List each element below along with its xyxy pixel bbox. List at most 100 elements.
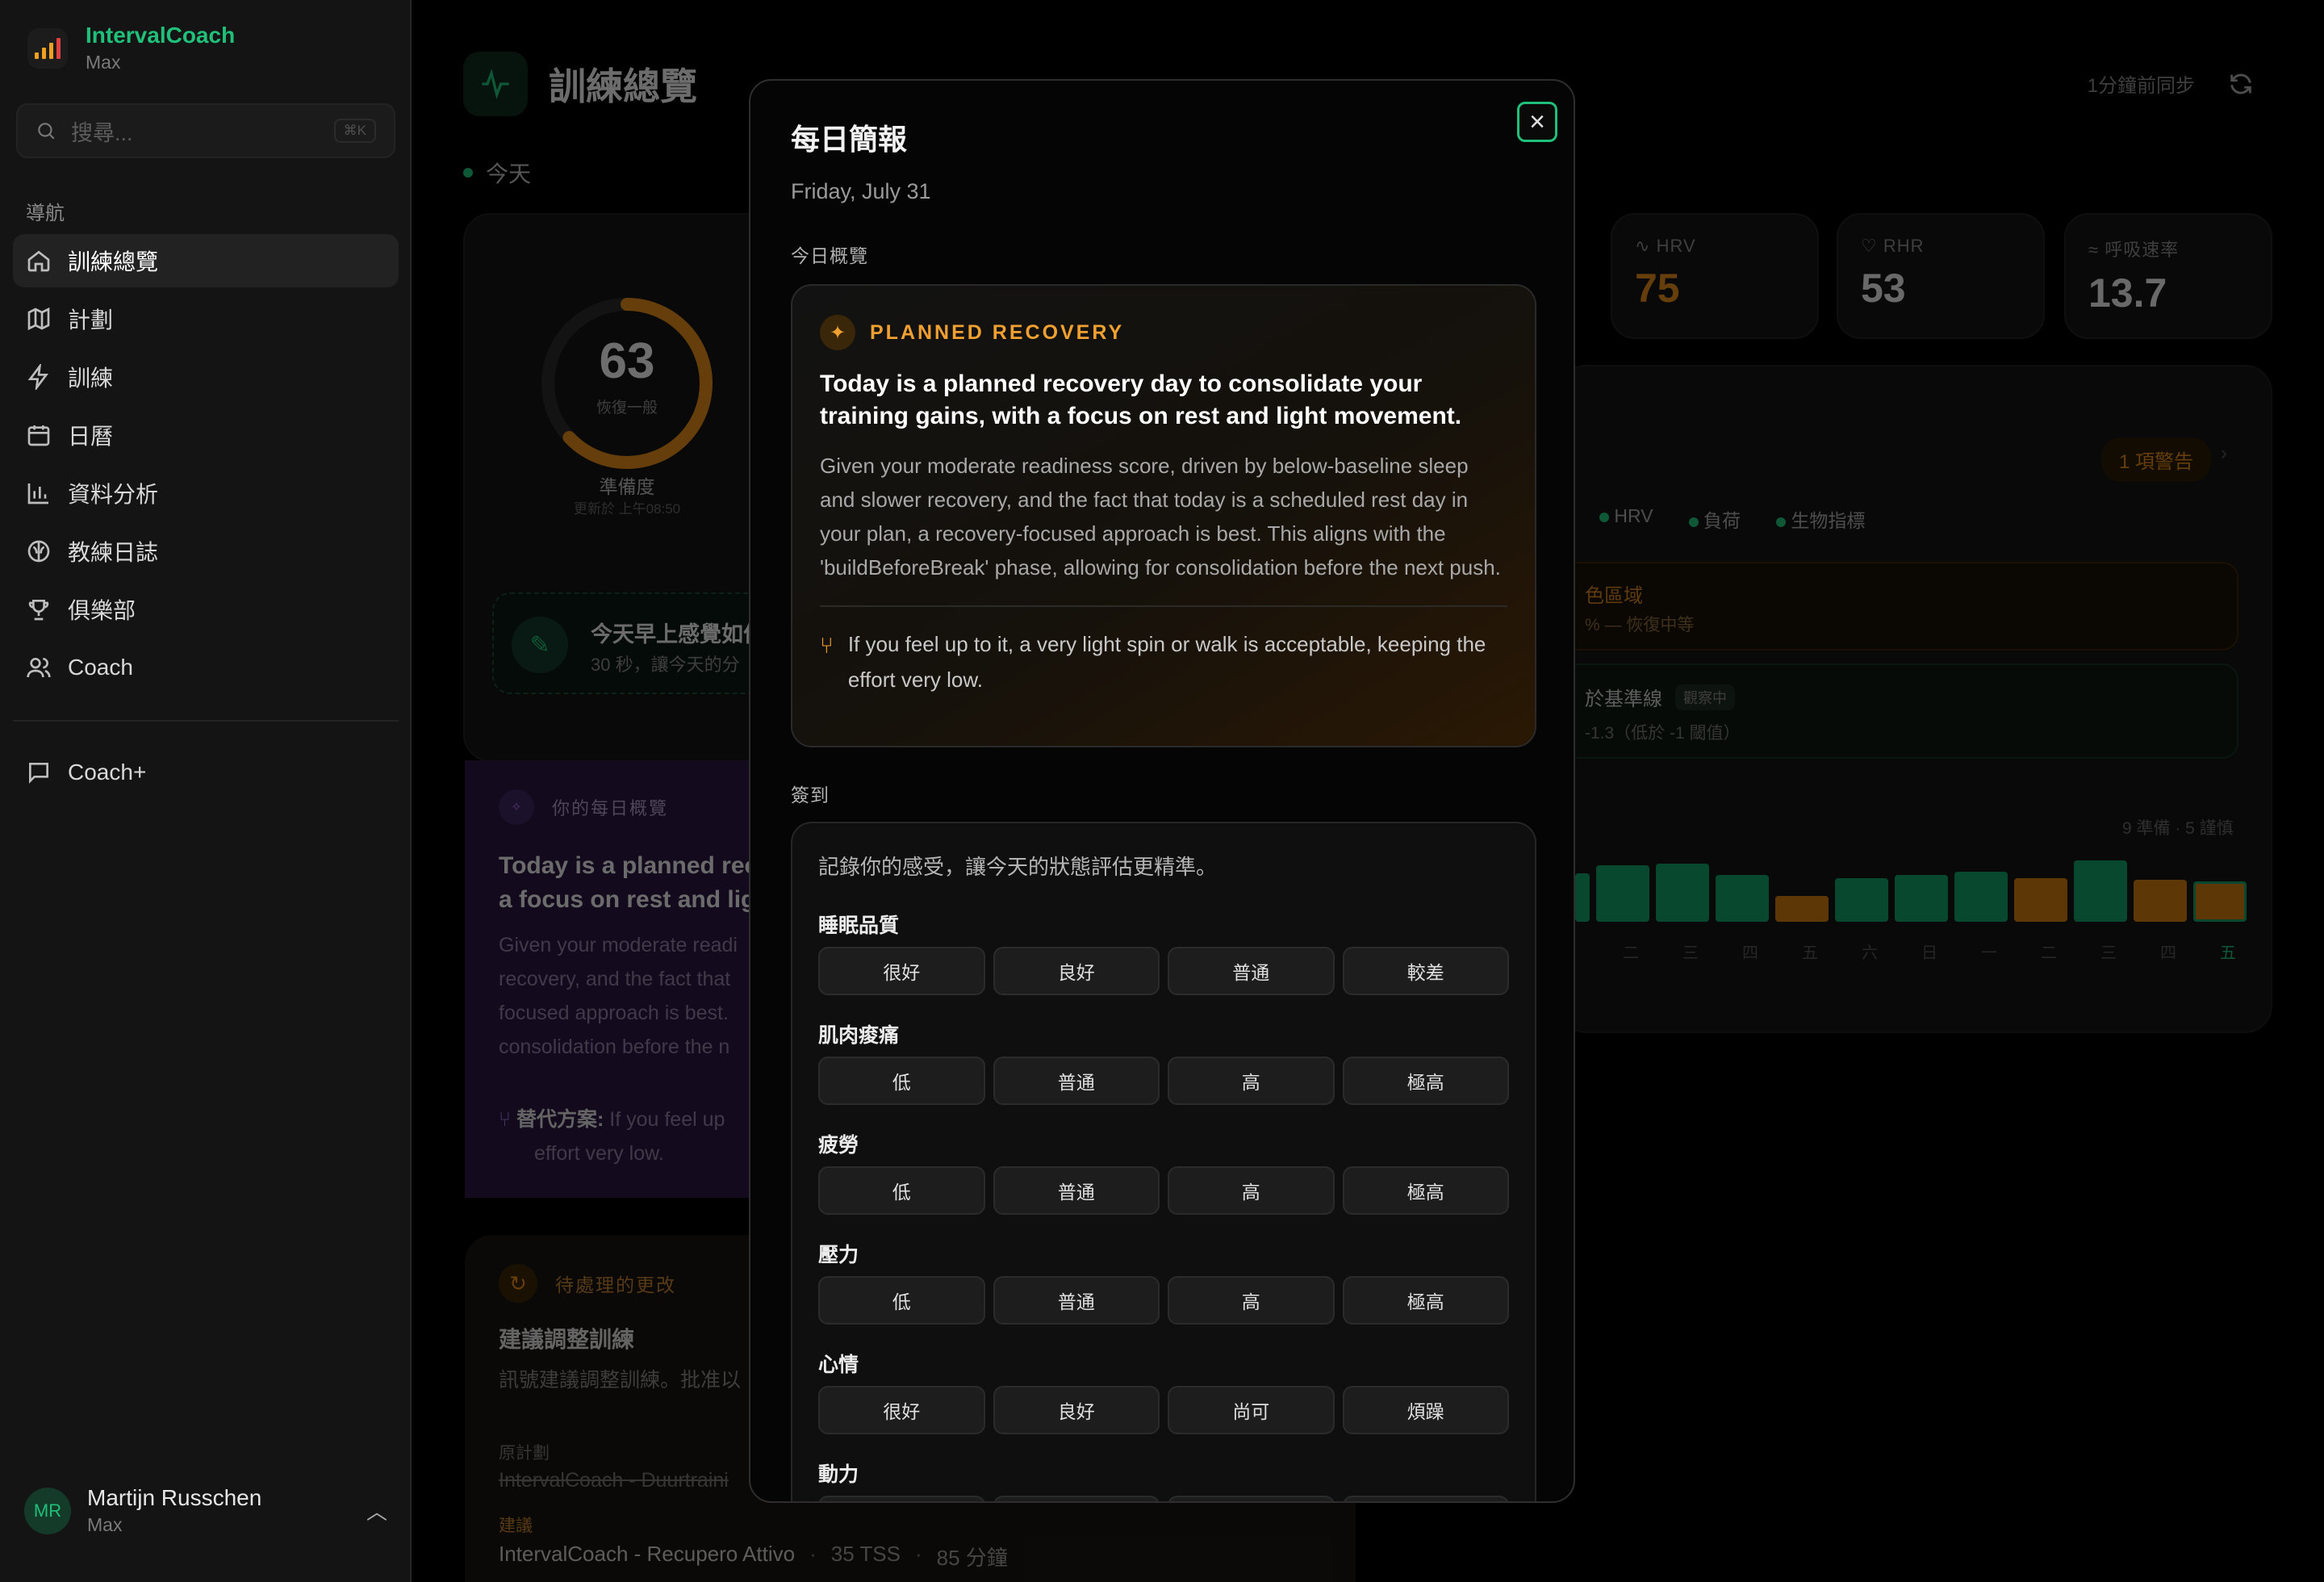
option-button[interactable]: 良好 bbox=[993, 1386, 1160, 1434]
sidebar-item-overview[interactable]: 訓練總覽 bbox=[13, 234, 399, 287]
history-bar bbox=[1716, 875, 1769, 922]
home-icon bbox=[27, 250, 50, 272]
question-label: 睡眠品質 bbox=[818, 914, 900, 937]
calendar-icon bbox=[27, 425, 50, 446]
option-button[interactable]: 普通 bbox=[1168, 947, 1335, 995]
today-text: 今天 bbox=[486, 161, 532, 186]
sidebar-item-club[interactable]: 俱樂部 bbox=[13, 583, 399, 636]
refresh-icon[interactable] bbox=[2227, 70, 2255, 98]
option-button[interactable]: 低 bbox=[818, 1166, 985, 1215]
metric-label: RHR bbox=[1883, 236, 1925, 256]
sidebar-item-coach-journal[interactable]: 教練日誌 bbox=[13, 525, 399, 578]
history-bar bbox=[2014, 878, 2067, 922]
metric-rhr[interactable]: ♡ RHR 53 bbox=[1837, 213, 2045, 339]
brand[interactable]: IntervalCoach Max bbox=[27, 23, 235, 73]
branch-icon: ⑂ bbox=[820, 633, 834, 658]
pending-title: 建議調整訓練 bbox=[499, 1327, 635, 1352]
option-button[interactable]: 尚可 bbox=[1168, 1386, 1335, 1434]
filter-load[interactable]: 負荷 bbox=[1688, 505, 1741, 533]
close-icon: × bbox=[1529, 107, 1545, 137]
zone-sub: % — 恢復中等 bbox=[1585, 616, 1695, 634]
checkin-intro: 記錄你的感受，讓今天的狀態評估更精準。 bbox=[818, 855, 1218, 879]
daily-alt-label: 替代方案: bbox=[516, 1108, 604, 1131]
option-button[interactable]: 低 bbox=[818, 1057, 985, 1105]
option-button[interactable]: 極高 bbox=[1342, 1166, 1509, 1215]
baseline-sub: -1.3（低於 -1 閾值） bbox=[1585, 724, 1741, 743]
option-button[interactable]: 低 bbox=[818, 1276, 985, 1325]
brand-name: IntervalCoach bbox=[86, 23, 236, 48]
option-button[interactable]: 較差 bbox=[1342, 947, 1509, 995]
recovery-tag: PLANNED RECOVERY bbox=[870, 320, 1125, 344]
daily-body-line: focused approach is best. bbox=[499, 1002, 729, 1024]
daily-overview-card: ✧ 你的每日概覽 Today is a planned rec a focus … bbox=[465, 760, 758, 1198]
search-placeholder: 搜尋... bbox=[71, 120, 133, 145]
sidebar-divider bbox=[13, 720, 399, 722]
bars-legend: 9 準備 · 5 謹慎 bbox=[2122, 819, 2234, 838]
option-button[interactable]: 極高 bbox=[818, 1496, 985, 1501]
sidebar-item-calendar[interactable]: 日曆 bbox=[13, 408, 399, 462]
baseline-alert[interactable]: 於基準線 觀察中 -1.3（低於 -1 閾值） bbox=[1559, 663, 2238, 759]
option-button[interactable]: 很好 bbox=[818, 1386, 985, 1434]
option-button[interactable]: 高 bbox=[1168, 1276, 1335, 1325]
history-bar bbox=[1656, 864, 1709, 922]
option-button[interactable]: 普通 bbox=[993, 1276, 1160, 1325]
option-button[interactable]: 高 bbox=[1168, 1166, 1335, 1215]
daily-body-line: recovery, and the fact that bbox=[499, 968, 731, 990]
option-button[interactable]: 極高 bbox=[1342, 1276, 1509, 1325]
option-button[interactable]: 極高 bbox=[1342, 1057, 1509, 1105]
trophy-icon bbox=[28, 600, 49, 621]
metric-hrv[interactable]: ∿ HRV 75 bbox=[1611, 213, 1819, 339]
readiness-ring[interactable]: 63 恢復一般 準備度 更新於 上午08:50 bbox=[534, 291, 720, 517]
filter-hrv[interactable]: HRV bbox=[1599, 505, 1653, 533]
pulse-icon: ∿ bbox=[1635, 236, 1651, 256]
option-button[interactable]: 高 bbox=[1168, 1057, 1335, 1105]
option-button[interactable]: 良好 bbox=[993, 947, 1160, 995]
overview-section-label: 今日概覽 bbox=[791, 245, 868, 266]
heart-icon: ♡ bbox=[1861, 236, 1878, 256]
suggest-label: 建議 bbox=[499, 1517, 533, 1535]
sidebar-item-label: 訓練總覽 bbox=[68, 249, 159, 274]
option-button[interactable]: 普通 bbox=[993, 1057, 1160, 1105]
option-button[interactable]: 高 bbox=[993, 1496, 1160, 1501]
checkin-prompt-sub: 30 秒，讓今天的分 bbox=[591, 655, 740, 675]
history-bar bbox=[1575, 873, 1590, 922]
checkin-card: 記錄你的感受，讓今天的狀態評估更精準。 睡眠品質 很好 良好 普通 較差 肌肉痠… bbox=[791, 822, 1536, 1501]
zone-alert[interactable]: 色區域 % — 恢復中等 bbox=[1559, 562, 2238, 651]
warning-chip[interactable]: 1 項警告 bbox=[2101, 437, 2212, 482]
bar-day-labels: 二 三 四 五 六 日 一 二 三 四 五 bbox=[1623, 944, 2236, 962]
metric-respiration[interactable]: ≈ 呼吸速率 13.7 bbox=[2064, 213, 2272, 339]
sidebar-item-training[interactable]: 訓練 bbox=[13, 350, 399, 404]
option-button[interactable]: 低 bbox=[1342, 1496, 1509, 1501]
question-label: 動力 bbox=[818, 1463, 859, 1486]
fatigue-options: 低 普通 高 極高 bbox=[818, 1166, 1509, 1215]
chevron-right-icon[interactable]: › bbox=[2221, 442, 2227, 465]
metric-label: 呼吸速率 bbox=[2105, 240, 2180, 260]
suggest-value: IntervalCoach - Recupero Attivo bbox=[499, 1542, 796, 1566]
sparkles-icon: ✧ bbox=[499, 789, 534, 825]
readiness-history-bars bbox=[1575, 857, 2247, 922]
history-bar bbox=[1895, 875, 1948, 922]
user-menu[interactable]: MR Martijn Russchen Max ︿ bbox=[24, 1485, 387, 1536]
recovery-card: ✦ PLANNED RECOVERY Today is a planned re… bbox=[791, 284, 1536, 747]
sidebar-item-coach[interactable]: Coach bbox=[13, 641, 399, 694]
sidebar-item-analytics[interactable]: 資料分析 bbox=[13, 467, 399, 520]
checkin-prompt-title: 今天早上感覺如何 bbox=[591, 622, 765, 647]
sidebar-item-plan[interactable]: 計劃 bbox=[13, 292, 399, 345]
option-button[interactable]: 很好 bbox=[818, 947, 985, 995]
daily-briefing-modal: 每日簡報 × Friday, July 31 今日概覽 ✦ PLANNED RE… bbox=[749, 79, 1575, 1503]
search-input[interactable]: 搜尋... ⌘K bbox=[16, 103, 395, 158]
pending-sub: 訊號建議調整訓練。批准以 bbox=[499, 1369, 742, 1392]
recovery-body: Given your moderate readiness score, dri… bbox=[820, 454, 1501, 580]
user-plan: Max bbox=[87, 1514, 123, 1535]
sidebar-item-coachplus[interactable]: Coach+ bbox=[13, 746, 399, 804]
close-button[interactable]: × bbox=[1517, 102, 1557, 142]
recovery-alternative: If you feel up to it, a very light spin … bbox=[847, 632, 1486, 692]
daily-alt-text-2: effort very low. bbox=[534, 1142, 664, 1165]
option-button[interactable]: 普通 bbox=[1168, 1496, 1335, 1501]
sync-text: 1分鐘前同步 bbox=[2087, 75, 2195, 97]
option-button[interactable]: 煩躁 bbox=[1342, 1386, 1509, 1434]
filter-biomarkers[interactable]: 生物指標 bbox=[1775, 505, 1865, 533]
nav-section-label: 導航 bbox=[26, 203, 65, 224]
activity-pulse-icon bbox=[463, 52, 528, 116]
option-button[interactable]: 普通 bbox=[993, 1166, 1160, 1215]
